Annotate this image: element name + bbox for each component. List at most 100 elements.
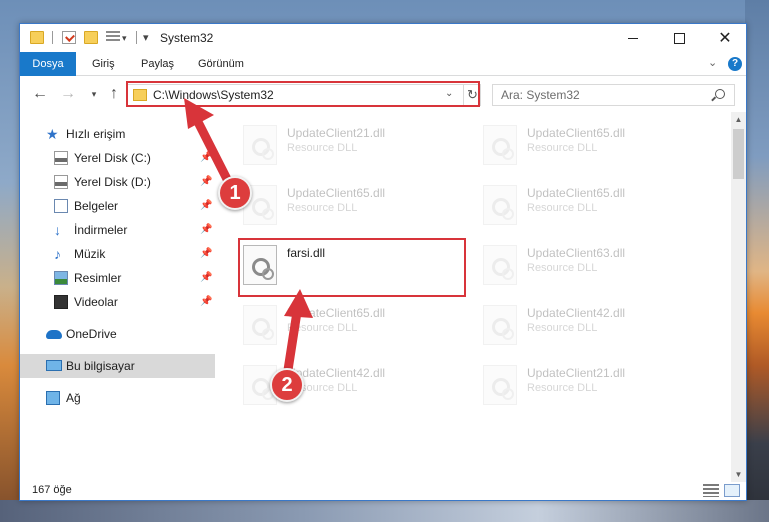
pin-toolbar-icon[interactable]: ▾: [143, 31, 149, 44]
tab-file[interactable]: Dosya: [20, 52, 76, 76]
list-item[interactable]: UpdateClient65.dll Resource DLL: [479, 122, 699, 170]
forward-arrow-icon[interactable]: →: [58, 84, 78, 104]
sidebar-item-quick-access[interactable]: ★ Hızlı erişim: [20, 123, 215, 145]
file-type: Resource DLL: [527, 202, 598, 214]
search-input[interactable]: Ara: System32: [501, 88, 580, 102]
video-icon: [54, 295, 68, 309]
sidebar-item-network[interactable]: Ağ: [20, 387, 215, 409]
dll-file-icon: [483, 305, 517, 345]
file-list: UpdateClient21.dll Resource DLL UpdateCl…: [215, 112, 731, 482]
file-type: Resource DLL: [527, 322, 598, 334]
file-highlight: [238, 238, 466, 297]
details-view-icon[interactable]: [703, 484, 719, 497]
sidebar-item-music[interactable]: ♪ Müzik 📌: [20, 243, 215, 265]
list-item[interactable]: UpdateClient21.dll Resource DLL: [479, 362, 699, 410]
sidebar-item-pictures[interactable]: Resimler 📌: [20, 267, 215, 289]
desktop-background-bottom: [0, 500, 769, 522]
pin-icon[interactable]: 📌: [200, 176, 212, 187]
dll-file-icon: [483, 185, 517, 225]
dll-file-icon: [243, 305, 277, 345]
step-1-badge: 1: [218, 176, 252, 210]
minimize-button[interactable]: [610, 24, 656, 52]
quick-access-separator: [136, 31, 137, 44]
disk-icon: [54, 151, 68, 165]
ribbon-tabs: Dosya Giriş Paylaş Görünüm ⌄ ?: [20, 52, 746, 76]
sidebar-item-local-disk-c[interactable]: Yerel Disk (C:) 📌: [20, 147, 215, 169]
file-type: Resource DLL: [527, 262, 598, 274]
list-item[interactable]: UpdateClient21.dll Resource DLL: [239, 122, 459, 170]
pin-icon[interactable]: 📌: [200, 296, 212, 307]
customize-icon[interactable]: [106, 31, 120, 44]
star-icon: ★: [46, 126, 59, 142]
file-type: Resource DLL: [287, 202, 358, 214]
sidebar-item-label: Videolar: [74, 295, 118, 309]
list-item[interactable]: UpdateClient65.dll Resource DLL: [239, 182, 459, 230]
sidebar-item-label: Belgeler: [74, 199, 119, 213]
file-name: UpdateClient65.dll: [287, 186, 386, 200]
recent-locations-chevron-icon[interactable]: ▾: [84, 84, 104, 104]
vertical-scrollbar[interactable]: ▲ ▼: [731, 112, 746, 482]
expand-ribbon-chevron-icon[interactable]: ⌄: [708, 56, 717, 69]
pin-icon[interactable]: 📌: [200, 152, 212, 163]
file-name: UpdateClient21.dll: [527, 366, 626, 380]
file-name: UpdateClient65.dll: [287, 306, 386, 320]
scrollbar-thumb[interactable]: [733, 129, 744, 179]
file-type: Resource DLL: [287, 142, 358, 154]
file-name: UpdateClient65.dll: [527, 126, 626, 140]
sidebar-item-label: Hızlı erişim: [66, 127, 126, 141]
music-icon: ♪: [54, 246, 61, 262]
file-name: UpdateClient21.dll: [287, 126, 386, 140]
pin-icon[interactable]: 📌: [200, 200, 212, 211]
dll-file-icon: [483, 245, 517, 285]
pin-icon[interactable]: 📌: [200, 272, 212, 283]
scroll-up-icon[interactable]: ▲: [731, 112, 746, 127]
tab-share[interactable]: Paylaş: [141, 52, 174, 76]
list-item[interactable]: UpdateClient63.dll Resource DLL: [479, 242, 699, 290]
sidebar-item-documents[interactable]: Belgeler 📌: [20, 195, 215, 217]
network-icon: [46, 391, 60, 405]
tab-view[interactable]: Görünüm: [198, 52, 244, 76]
documents-icon: [54, 199, 68, 213]
search-icon[interactable]: [715, 89, 725, 99]
maximize-button[interactable]: [656, 24, 702, 52]
dll-file-icon: [483, 125, 517, 165]
sidebar-item-label: Bu bilgisayar: [66, 359, 135, 373]
list-item[interactable]: UpdateClient65.dll Resource DLL: [479, 182, 699, 230]
help-button[interactable]: ?: [728, 57, 742, 71]
sidebar-item-label: Müzik: [74, 247, 106, 261]
sidebar-item-onedrive[interactable]: OneDrive: [20, 323, 215, 345]
sidebar-item-videos[interactable]: Videolar 📌: [20, 291, 215, 313]
sidebar-item-label: Resimler: [74, 271, 122, 285]
sidebar-item-label: Ağ: [66, 391, 81, 405]
back-arrow-icon[interactable]: ←: [30, 84, 50, 104]
up-arrow-icon[interactable]: ↑: [104, 84, 124, 104]
quick-access-dropdown-icon[interactable]: ▾: [122, 33, 127, 44]
new-folder-icon[interactable]: [84, 31, 98, 44]
file-type: Resource DLL: [527, 142, 598, 154]
sidebar-item-this-pc[interactable]: Bu bilgisayar: [20, 354, 215, 378]
download-icon: ↓: [54, 222, 61, 238]
pin-icon[interactable]: 📌: [200, 248, 212, 259]
sidebar-item-downloads[interactable]: ↓ İndirmeler 📌: [20, 219, 215, 241]
status-bar: 167 öğe: [20, 482, 746, 500]
sidebar-item-label: OneDrive: [66, 327, 117, 341]
tab-home[interactable]: Giriş: [92, 52, 115, 76]
file-type: Resource DLL: [527, 382, 598, 394]
folder-icon: [30, 31, 44, 44]
close-button[interactable]: ✕: [702, 24, 748, 52]
search-box[interactable]: Ara: System32: [492, 84, 735, 106]
file-name: UpdateClient65.dll: [527, 186, 626, 200]
large-icons-view-icon[interactable]: [724, 484, 740, 497]
window-title: System32: [160, 31, 214, 45]
scroll-down-icon[interactable]: ▼: [731, 467, 746, 482]
list-item[interactable]: UpdateClient65.dll Resource DLL: [239, 302, 459, 350]
properties-check-icon[interactable]: [62, 31, 76, 44]
item-count: 167 öğe: [32, 484, 72, 496]
quick-access-separator: [52, 31, 53, 44]
sidebar-item-local-disk-d[interactable]: Yerel Disk (D:) 📌: [20, 171, 215, 193]
file-name: UpdateClient42.dll: [527, 306, 626, 320]
pin-icon[interactable]: 📌: [200, 224, 212, 235]
step-2-badge: 2: [270, 368, 304, 402]
list-item[interactable]: UpdateClient42.dll Resource DLL: [479, 302, 699, 350]
sidebar-item-label: Yerel Disk (D:): [74, 175, 151, 189]
